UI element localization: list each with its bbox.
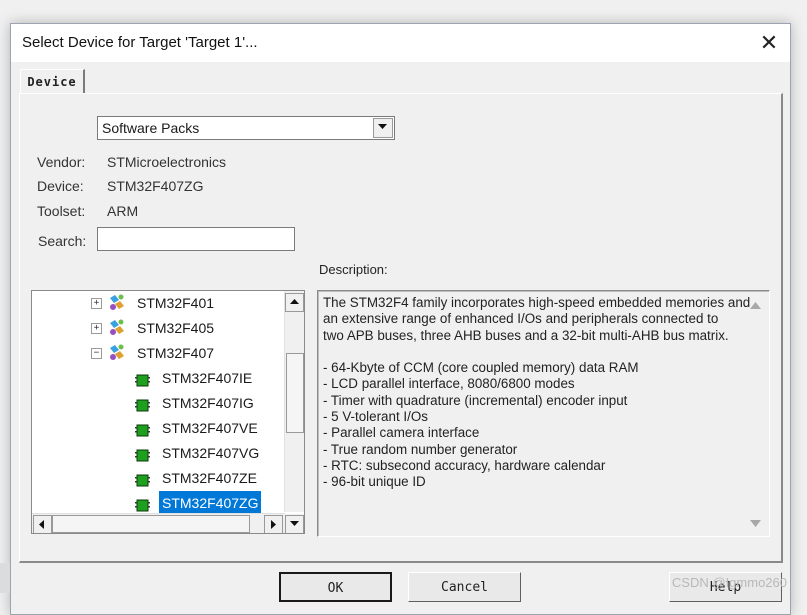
- packs-dropdown-value: Software Packs: [102, 120, 200, 136]
- packs-dropdown[interactable]: Software Packs: [97, 116, 395, 140]
- tree-item-stm32f407vg[interactable]: STM32F407VG: [32, 441, 285, 465]
- arrow-down-icon[interactable]: [750, 520, 761, 528]
- description-text: The STM32F4 family incorporates high-spe…: [323, 295, 751, 491]
- tree-item-label: STM32F407ZE: [162, 470, 257, 486]
- tree-item-label: STM32F405: [137, 320, 215, 336]
- description-line: - Timer with quadrature (incremental) en…: [323, 392, 628, 408]
- search-input[interactable]: [97, 227, 295, 251]
- scroll-up-button[interactable]: [285, 293, 304, 312]
- tree-item-stm32f405[interactable]: + STM32F405: [32, 316, 285, 340]
- tree-item-label: STM32F401: [137, 295, 215, 311]
- title-bar: Select Device for Target 'Target 1'... ✕: [11, 24, 790, 62]
- description-line: - RTC: subsecond accuracy, hardware cale…: [323, 457, 606, 473]
- ok-button[interactable]: OK: [279, 572, 392, 602]
- tree-item-stm32f407ve[interactable]: STM32F407VE: [32, 416, 285, 440]
- expand-icon[interactable]: +: [91, 323, 102, 334]
- tree-item-label: STM32F407VG: [162, 445, 260, 461]
- toolset-value: ARM: [107, 203, 139, 219]
- close-icon[interactable]: ✕: [754, 28, 784, 58]
- scroll-corner: [285, 514, 304, 533]
- arrow-up-icon[interactable]: [750, 302, 761, 310]
- scroll-thumb[interactable]: [52, 515, 250, 533]
- description-box: The STM32F4 family incorporates high-spe…: [317, 290, 770, 537]
- device-value: STM32F407ZG: [107, 178, 204, 194]
- description-line: - True random number generator: [323, 441, 518, 457]
- description-line: [323, 344, 743, 360]
- scroll-left-button[interactable]: [33, 515, 52, 533]
- search-label: Search:: [38, 233, 87, 249]
- tree-item-label: STM32F407: [137, 345, 215, 361]
- tree-item-stm32f407[interactable]: − STM32F407: [32, 341, 285, 365]
- scroll-down-button[interactable]: [285, 515, 304, 533]
- chevron-down-icon: [378, 124, 387, 129]
- tree-item-stm32f407zg[interactable]: STM32F407ZG: [32, 491, 285, 515]
- tree-item-label: STM32F407VE: [162, 420, 258, 436]
- watermark: CSDN @Igmmo260: [671, 575, 787, 590]
- toolset-label: Toolset:: [37, 203, 86, 219]
- vendor-value: STMicroelectronics: [107, 154, 227, 170]
- tree-item-label: STM32F407IG: [162, 395, 254, 411]
- device-label: Device:: [37, 178, 84, 194]
- tree-vertical-scrollbar[interactable]: [284, 291, 304, 512]
- tree-item-stm32f407ze[interactable]: STM32F407ZE: [32, 466, 285, 490]
- tree-item-label: STM32F407IE: [162, 370, 253, 386]
- description-line: an extensive range of enhanced I/Os and …: [323, 311, 719, 327]
- description-line: two APB buses, three AHB buses and a 32-…: [323, 327, 729, 343]
- tree-horizontal-scrollbar[interactable]: [32, 513, 285, 533]
- arrow-up-icon: [290, 299, 299, 304]
- tree-item-label-selected: STM32F407ZG: [159, 491, 262, 515]
- arrow-left-icon: [39, 520, 44, 529]
- window-title: Select Device for Target 'Target 1'...: [22, 34, 258, 51]
- description-line: - Parallel camera interface: [323, 425, 480, 441]
- arrow-right-icon: [271, 520, 276, 529]
- tree-item-stm32f401[interactable]: + STM32F401: [32, 291, 285, 315]
- description-line: - 96-bit unique ID: [323, 474, 426, 490]
- cancel-button[interactable]: Cancel: [408, 572, 521, 602]
- description-label: Description:: [319, 262, 388, 277]
- scroll-thumb[interactable]: [286, 353, 304, 433]
- expand-icon[interactable]: +: [91, 298, 102, 309]
- description-line: - 5 V-tolerant I/Os: [323, 409, 428, 425]
- dropdown-arrow-button[interactable]: [373, 118, 393, 138]
- collapse-icon[interactable]: −: [91, 348, 102, 359]
- device-tree[interactable]: + STM32F401 + STM32F405 − STM32F407 STM3…: [31, 290, 305, 534]
- scroll-right-button[interactable]: [264, 515, 283, 533]
- description-line: The STM32F4 family incorporates high-spe…: [323, 295, 751, 310]
- description-line: - LCD parallel interface, 8080/6800 mode…: [323, 376, 575, 392]
- select-device-dialog: Select Device for Target 'Target 1'... ✕…: [10, 23, 791, 615]
- vendor-label: Vendor:: [37, 154, 86, 170]
- background-window-edge: [0, 563, 10, 593]
- tree-item-stm32f407ig[interactable]: STM32F407IG: [32, 391, 285, 415]
- tree-item-stm32f407ie[interactable]: STM32F407IE: [32, 366, 285, 390]
- arrow-down-icon: [290, 521, 299, 526]
- description-line: - 64-Kbyte of CCM (core coupled memory) …: [323, 360, 639, 376]
- tab-device[interactable]: Device: [20, 69, 85, 94]
